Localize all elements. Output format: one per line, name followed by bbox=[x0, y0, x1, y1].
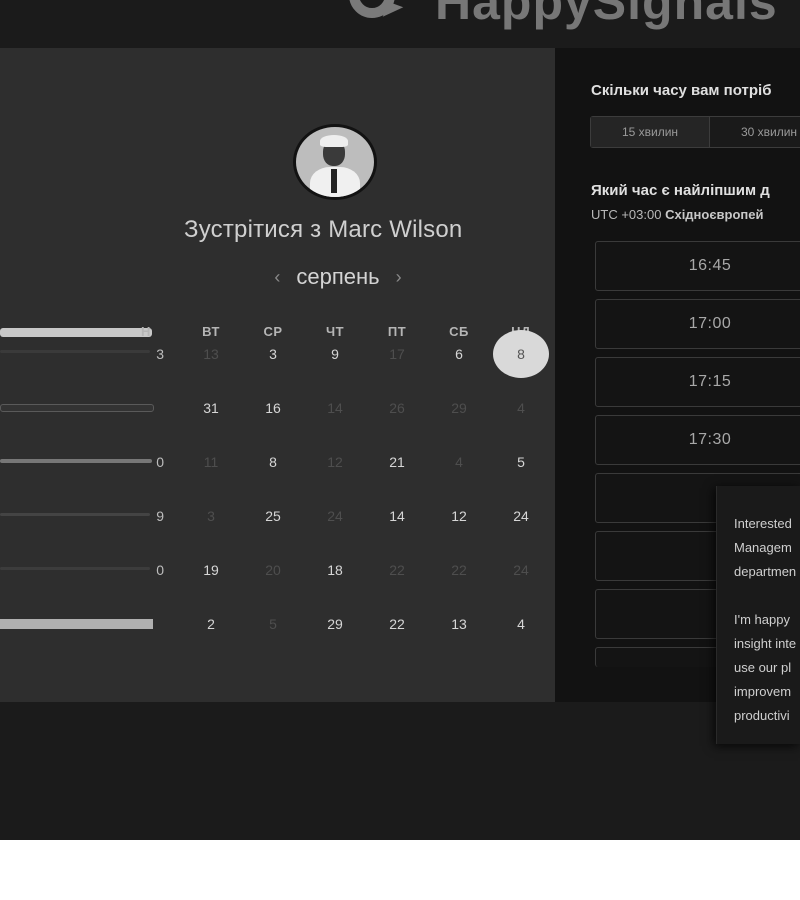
calendar-day[interactable]: 19 bbox=[180, 562, 242, 578]
calendar-day[interactable]: 4 bbox=[490, 616, 552, 632]
calendar-day: 22 bbox=[389, 562, 405, 578]
calendar-day: 20 bbox=[265, 562, 281, 578]
calendar-day[interactable]: 21 bbox=[366, 454, 428, 470]
calendar-day: 14 bbox=[327, 400, 343, 416]
chevron-left-icon[interactable]: ‹ bbox=[274, 267, 280, 288]
decorative-bars bbox=[0, 318, 160, 678]
calendar-day: 3 bbox=[207, 508, 215, 524]
calendar-day-partial[interactable]: 0 bbox=[140, 562, 164, 578]
brand-name: HappySignals bbox=[435, 0, 778, 30]
month-label: серпень bbox=[296, 264, 380, 289]
calendar-week-row: 19 20 18 22 22 24 bbox=[180, 562, 552, 586]
calendar-day: 13 bbox=[203, 346, 219, 362]
scheduler-screen: HappySignals Зустрітися з Marc Wilson ‹ … bbox=[0, 0, 800, 840]
calendar-week-row: 31 16 14 26 29 4 bbox=[180, 400, 552, 424]
bar bbox=[0, 619, 153, 629]
month-navigation: ‹ серпень › bbox=[258, 262, 418, 292]
calendar-day-partial[interactable]: 3 bbox=[140, 346, 164, 362]
weekday-label: ВТ bbox=[202, 324, 220, 339]
calendar-day: 29 bbox=[451, 400, 467, 416]
info-popup: Interested Managem departmen I'm happy i… bbox=[716, 486, 800, 744]
time-slot-button[interactable]: 17:00 bbox=[595, 299, 800, 349]
speech-bubble-logo-icon bbox=[345, 0, 425, 34]
calendar-day[interactable]: 8 bbox=[242, 454, 304, 470]
time-slot-button[interactable]: 16:45 bbox=[595, 241, 800, 291]
brand-logo[interactable]: HappySignals bbox=[345, 0, 778, 34]
calendar-day-partial[interactable]: 0 bbox=[140, 454, 164, 470]
calendar-day[interactable]: 9 bbox=[304, 346, 366, 362]
weekday-label: СР bbox=[263, 324, 283, 339]
calendar-day-partial[interactable]: 9 bbox=[140, 508, 164, 524]
bar bbox=[0, 350, 150, 353]
calendar-week-row: 13 3 9 17 6 8 bbox=[180, 330, 552, 378]
timezone-label[interactable]: UTC +03:00 Східноєвропей bbox=[591, 207, 763, 222]
calendar-day[interactable]: 6 bbox=[428, 346, 490, 362]
calendar-day: 24 bbox=[327, 508, 343, 524]
chevron-right-icon[interactable]: › bbox=[396, 267, 402, 288]
meet-title: Зустрітися з Marc Wilson bbox=[184, 216, 463, 243]
avatar bbox=[293, 124, 377, 200]
calendar-day[interactable]: 24 bbox=[490, 508, 552, 524]
weekday-label: Н bbox=[141, 324, 151, 339]
calendar-day: 5 bbox=[269, 616, 277, 632]
calendar-day: 22 bbox=[451, 562, 467, 578]
calendar-day[interactable]: 22 bbox=[366, 616, 428, 632]
calendar-day: 17 bbox=[389, 346, 405, 362]
duration-question: Скільки часу вам потріб bbox=[591, 82, 772, 99]
calendar-day: 4 bbox=[517, 400, 525, 416]
bar bbox=[0, 567, 150, 570]
calendar-week-row: 2 5 29 22 13 4 bbox=[180, 616, 552, 640]
calendar-day[interactable]: 13 bbox=[428, 616, 490, 632]
calendar-day: 12 bbox=[327, 454, 343, 470]
bar bbox=[0, 459, 152, 463]
calendar-day[interactable]: 5 bbox=[490, 454, 552, 470]
duration-option-30[interactable]: 30 хвилин bbox=[710, 117, 800, 147]
time-question: Який час є найліпшим д bbox=[591, 182, 770, 199]
timezone-name: Східноєвропей bbox=[665, 207, 764, 222]
duration-selector: 15 хвилин 30 хвилин bbox=[590, 116, 800, 148]
weekday-label: ЧТ bbox=[325, 324, 345, 339]
time-slot-button[interactable]: 17:30 bbox=[595, 415, 800, 465]
calendar-day: 4 bbox=[455, 454, 463, 470]
header: HappySignals bbox=[0, 0, 800, 48]
bar bbox=[0, 404, 154, 412]
calendar-day[interactable]: 16 bbox=[242, 400, 304, 416]
popup-paragraph-1: Interested Managem departmen bbox=[734, 516, 797, 579]
popup-paragraph-2: I'm happy insight inte use our pl improv… bbox=[734, 612, 797, 723]
footer-area bbox=[0, 702, 800, 840]
calendar-day: 11 bbox=[203, 454, 219, 470]
calendar-day[interactable]: 12 bbox=[428, 508, 490, 524]
calendar-day[interactable]: 31 bbox=[180, 400, 242, 416]
calendar-day[interactable]: 14 bbox=[366, 508, 428, 524]
duration-option-15[interactable]: 15 хвилин bbox=[591, 117, 710, 147]
bar bbox=[0, 328, 152, 337]
calendar-day[interactable]: 18 bbox=[304, 562, 366, 578]
calendar-day[interactable]: 25 bbox=[242, 508, 304, 524]
calendar-day[interactable]: 2 bbox=[180, 616, 242, 632]
weekday-label: СБ bbox=[449, 324, 469, 339]
selected-day[interactable]: 8 bbox=[493, 330, 549, 378]
weekday-label: ПТ bbox=[387, 324, 407, 339]
calendar-day[interactable]: 3 bbox=[242, 346, 304, 362]
bar bbox=[0, 513, 150, 516]
calendar-day[interactable]: 29 bbox=[304, 616, 366, 632]
timezone-offset: UTC +03:00 bbox=[591, 207, 662, 222]
calendar-week-row: 3 25 24 14 12 24 bbox=[180, 508, 552, 532]
calendar-week-row: 11 8 12 21 4 5 bbox=[180, 454, 552, 478]
calendar-day: 26 bbox=[389, 400, 405, 416]
time-slot-button[interactable]: 17:15 bbox=[595, 357, 800, 407]
calendar-day: 24 bbox=[513, 562, 529, 578]
calendar-panel: Зустрітися з Marc Wilson ‹ серпень › Н ВТ… bbox=[0, 48, 555, 702]
